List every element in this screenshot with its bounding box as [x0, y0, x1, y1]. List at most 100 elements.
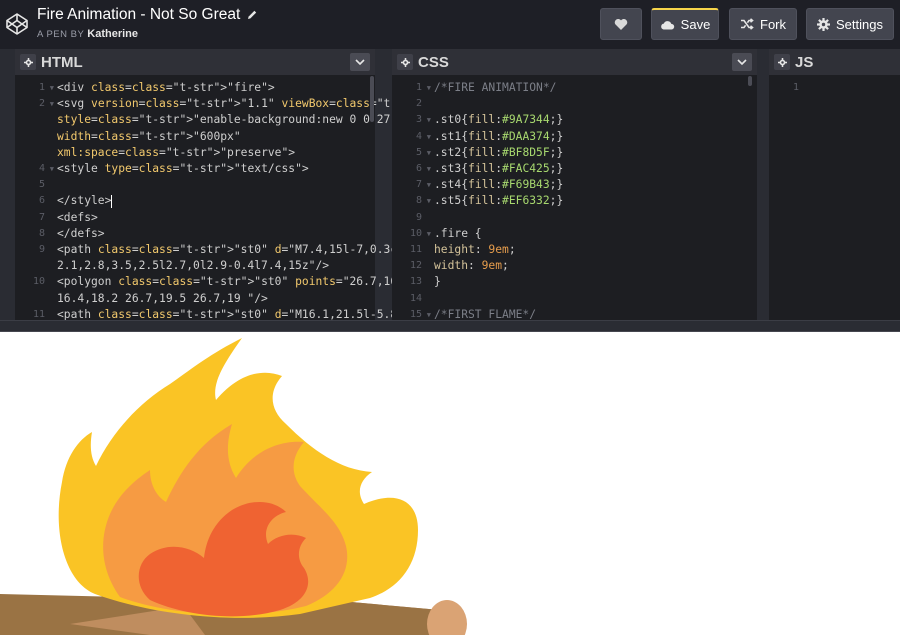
line-number: 12: [409, 260, 422, 272]
gear-icon: [817, 17, 830, 31]
like-button[interactable]: [600, 8, 642, 40]
fold-arrow-icon[interactable]: ▼: [427, 145, 431, 161]
css-panel-menu-button[interactable]: [732, 53, 752, 71]
line-number: 6 ▼: [392, 161, 431, 177]
html-code-line[interactable]: 9 <path class=class="t-str">"st0" d="M7.4…: [15, 242, 424, 258]
html-settings-button[interactable]: [20, 54, 36, 70]
code-text: <defs>: [57, 210, 98, 224]
line-number: 3 ▼: [392, 112, 431, 128]
fold-arrow-icon[interactable]: ▼: [427, 161, 431, 177]
code-text: .st3{fill:#FAC425;}: [434, 162, 564, 176]
save-button[interactable]: Save: [651, 8, 719, 40]
cloud-icon: [660, 20, 674, 29]
js-panel-header: JS: [769, 49, 900, 75]
css-code-line[interactable]: 4 ▼ .st1{fill:#DAA374;}: [392, 129, 757, 145]
html-code-line[interactable]: 10 <polygon class=class="t-str">"st0" poi…: [15, 274, 479, 290]
line-number: 2: [415, 98, 422, 110]
css-code-line[interactable]: 10 ▼ .fire {: [392, 226, 757, 242]
html-code-line[interactable]: xml:space=class="t-str">"preserve">: [15, 145, 375, 161]
code-text: .st4{fill:#F69B43;}: [434, 178, 564, 192]
line-number: 9: [415, 211, 422, 223]
html-code-area[interactable]: 1 ▼ <div class=class="t-str">"fire"> 2 ▼ <svg…: [15, 75, 533, 323]
line-number: [15, 291, 45, 307]
pencil-icon[interactable]: [246, 9, 258, 21]
html-code-line[interactable]: 4 ▼ <style type=class="t-str">"text/css">: [15, 161, 375, 177]
css-panel-title: CSS: [418, 53, 449, 71]
line-number: 10: [32, 276, 45, 288]
code-text: height: 9em;: [434, 243, 516, 257]
line-number: 4 ▼: [15, 161, 54, 177]
line-number: 13: [409, 276, 422, 288]
html-code-line[interactable]: 7 <defs>: [15, 210, 375, 226]
save-label: Save: [680, 17, 711, 32]
css-code-line[interactable]: 13}: [392, 274, 757, 290]
html-scrollbar[interactable]: [370, 76, 374, 122]
html-code-line[interactable]: 16.4,18.2 26.7,19.5 26.7,19 "/>: [15, 291, 375, 307]
html-editor-panel: HTML 1 ▼ <div class=class="t-str">"fire"> 2…: [15, 49, 533, 323]
css-code-line[interactable]: 6 ▼ .st3{fill:#FAC425;}: [392, 161, 757, 177]
code-text: }: [434, 275, 441, 289]
fold-arrow-icon[interactable]: ▼: [427, 80, 431, 96]
html-code-line[interactable]: width=class="t-str">"600px": [15, 129, 375, 145]
fork-button[interactable]: Fork: [729, 8, 797, 40]
code-text: .st1{fill:#DAA374;}: [434, 129, 564, 143]
html-code-line[interactable]: 2.1,2.8,3.5,2.5l2.7,0l2.9-0.4l7.4,15z"/>: [15, 258, 375, 274]
campfire-illustration: [0, 338, 467, 635]
line-number: 8: [38, 227, 45, 239]
line-number: 8 ▼: [392, 193, 431, 209]
fold-arrow-icon[interactable]: ▼: [427, 226, 431, 242]
pen-title[interactable]: Fire Animation - Not So Great: [37, 6, 258, 24]
code-text: .st2{fill:#BF8D5F;}: [434, 145, 564, 159]
fold-arrow-icon[interactable]: ▼: [50, 161, 54, 177]
html-code-line[interactable]: 5: [15, 177, 375, 193]
css-code-line[interactable]: 7 ▼ .st4{fill:#F69B43;}: [392, 177, 757, 193]
fold-arrow-icon[interactable]: ▼: [427, 193, 431, 209]
codepen-logo-icon[interactable]: [5, 12, 29, 36]
settings-button[interactable]: Settings: [806, 8, 894, 40]
fold-arrow-icon[interactable]: ▼: [50, 80, 54, 96]
code-text: .st5{fill:#EF6332;}: [434, 194, 564, 208]
html-code-line[interactable]: style=class="t-str">"enable-background:n…: [15, 112, 452, 128]
css-code-line[interactable]: 1 ▼/*FIRE ANIMATION*/: [392, 80, 757, 96]
js-code-area[interactable]: 1: [769, 75, 900, 96]
fold-arrow-icon[interactable]: ▼: [427, 112, 431, 128]
css-code-line[interactable]: 8 ▼ .st5{fill:#EF6332;}: [392, 193, 757, 209]
css-code-line[interactable]: 14: [392, 291, 757, 307]
gear-icon: [777, 57, 787, 67]
html-code-line[interactable]: 1 ▼ <div class=class="t-str">"fire">: [15, 80, 375, 96]
js-code-line[interactable]: 1: [769, 80, 900, 96]
line-number: 2 ▼: [15, 96, 54, 112]
line-number: 9: [38, 244, 45, 256]
css-code-line[interactable]: 3 ▼ .st0{fill:#9A7344;}: [392, 112, 757, 128]
css-code-line[interactable]: 12 width: 9em;: [392, 258, 757, 274]
html-code-line[interactable]: 2 ▼ <svg version=class="t-str">"1.1" viewB…: [15, 96, 533, 112]
gear-icon: [400, 57, 410, 67]
js-settings-button[interactable]: [774, 54, 790, 70]
css-settings-button[interactable]: [397, 54, 413, 70]
css-code-line[interactable]: 5 ▼ .st2{fill:#BF8D5F;}: [392, 145, 757, 161]
html-code-line[interactable]: 8 </defs>: [15, 226, 375, 242]
css-code-line[interactable]: 9: [392, 210, 757, 226]
pen-title-text[interactable]: Fire Animation - Not So Great: [37, 6, 240, 24]
code-text: <style type=class="t-str">"text/css">: [57, 162, 309, 176]
author-link[interactable]: Katherine: [87, 28, 138, 40]
byline-prefix: A PEN BY: [37, 29, 85, 40]
code-text: width: 9em;: [434, 259, 509, 273]
fold-arrow-icon[interactable]: ▼: [427, 129, 431, 145]
css-scrollbar[interactable]: [748, 76, 752, 86]
fold-arrow-icon[interactable]: ▼: [50, 96, 54, 112]
css-code-line[interactable]: 2: [392, 96, 757, 112]
fold-arrow-icon[interactable]: ▼: [427, 177, 431, 193]
code-text: style=class="t-str">"enable-background:n…: [57, 113, 452, 127]
settings-label: Settings: [836, 16, 883, 32]
chevron-down-icon: [355, 59, 365, 65]
html-panel-menu-button[interactable]: [350, 53, 370, 71]
css-code-area[interactable]: 1 ▼/*FIRE ANIMATION*/ 2 3 ▼ .st0{fill:#9A7344…: [392, 75, 757, 323]
css-code-line[interactable]: 11 height: 9em;: [392, 242, 757, 258]
html-code-line[interactable]: 6 </style>: [15, 193, 375, 209]
editor-resize-handle[interactable]: [0, 320, 900, 332]
